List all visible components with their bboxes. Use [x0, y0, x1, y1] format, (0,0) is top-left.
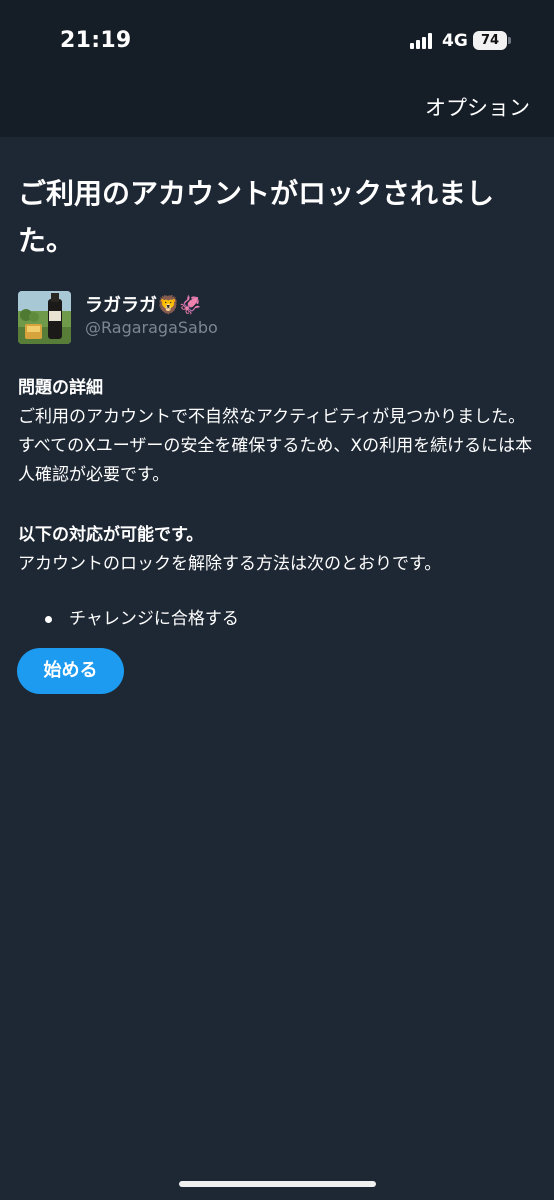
actions-body: アカウントのロックを解除する方法は次のとおりです。: [18, 554, 442, 574]
home-indicator[interactable]: [179, 1181, 376, 1187]
signal-icon: [410, 33, 436, 49]
account-handle: @RagaragaSabo: [85, 318, 218, 337]
top-area: 21:19 4G 74 オプション: [0, 0, 554, 137]
status-time: 21:19: [60, 28, 132, 53]
screen: 21:19 4G 74 オプション ご利用のアカウントがロックされました。 ラガ…: [0, 0, 554, 1200]
network-label: 4G: [442, 31, 468, 51]
details-heading: 問題の詳細: [18, 378, 103, 398]
nav-bar: オプション: [0, 80, 554, 137]
account-display-name: ラガラガ🦁🦑: [85, 295, 202, 316]
details-body: ご利用のアカウントで不自然なアクティビティが見つかりました。すべてのXユーザーの…: [18, 407, 533, 485]
action-list: チャレンジに合格する: [18, 607, 538, 631]
battery-icon: 74: [473, 31, 507, 50]
battery-tip: [508, 37, 511, 44]
account-card: ラガラガ🦁🦑 @RagaragaSabo: [18, 290, 538, 346]
main-content: ご利用のアカウントがロックされました。 ラガラガ🦁🦑 @RagaragaSabo…: [18, 170, 538, 631]
list-item: チャレンジに合格する: [18, 607, 538, 631]
options-button[interactable]: オプション: [425, 92, 530, 122]
bullet-icon: [45, 616, 52, 623]
avatar: [18, 291, 71, 344]
actions-heading: 以下の対応が可能です。: [18, 525, 204, 545]
start-button[interactable]: 始める: [17, 648, 124, 694]
page-title: ご利用のアカウントがロックされました。: [18, 177, 495, 257]
list-item-label: チャレンジに合格する: [69, 609, 239, 629]
status-bar: 21:19 4G 74: [0, 0, 554, 80]
